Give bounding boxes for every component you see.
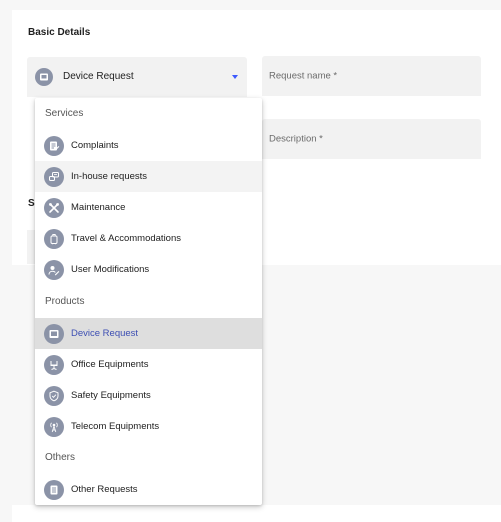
- group-header-services: Services: [45, 108, 84, 119]
- description-field[interactable]: Description *: [262, 119, 481, 159]
- menu-item-complaints[interactable]: Complaints: [35, 130, 262, 161]
- menu-item-maintenance[interactable]: Maintenance: [35, 192, 262, 223]
- request-type-select[interactable]: Device Request: [27, 57, 247, 97]
- device-icon: [44, 323, 64, 344]
- menu-item-label: Telecom Equipments: [71, 421, 160, 432]
- complaint-icon: [44, 135, 64, 156]
- obscured-section-title: S: [28, 198, 35, 209]
- menu-item-label: User Modifications: [71, 264, 150, 275]
- group-header-products: Products: [45, 296, 85, 307]
- menu-item-office-equipments[interactable]: Office Equipments: [35, 349, 262, 380]
- menu-item-label: In-house requests: [71, 171, 148, 182]
- request-type-value: Device Request: [63, 71, 134, 82]
- menu-item-label: Travel & Accommodations: [71, 233, 181, 244]
- description-label: Description *: [269, 133, 323, 145]
- request-name-label: Request name *: [269, 70, 338, 82]
- chat-icon: [44, 166, 64, 187]
- menu-item-safety-equipments[interactable]: Safety Equipments: [35, 380, 262, 411]
- office-chair-icon: [44, 354, 64, 375]
- device-icon: [35, 68, 53, 86]
- request-type-dropdown-menu[interactable]: Services Complaints In-house requests Ma…: [35, 98, 262, 505]
- menu-item-label: Safety Equipments: [71, 390, 151, 401]
- menu-item-label: Office Equipments: [71, 359, 149, 370]
- chevron-down-icon[interactable]: [232, 75, 238, 79]
- menu-item-travel-accommodations[interactable]: Travel & Accommodations: [35, 223, 262, 254]
- menu-item-device-request[interactable]: Device Request: [35, 318, 262, 349]
- menu-item-label: Device Request: [71, 328, 139, 339]
- menu-item-other-requests[interactable]: Other Requests: [35, 474, 262, 505]
- menu-item-user-modifications[interactable]: User Modifications: [35, 254, 262, 285]
- menu-item-in-house-requests[interactable]: In-house requests: [35, 161, 262, 192]
- shield-icon: [44, 385, 64, 406]
- menu-item-label: Other Requests: [71, 484, 138, 495]
- menu-item-telecom-equipments[interactable]: Telecom Equipments: [35, 411, 262, 442]
- document-icon: [44, 479, 64, 500]
- tools-icon: [44, 197, 64, 218]
- user-edit-icon: [44, 259, 64, 280]
- section-title: Basic Details: [28, 27, 91, 38]
- antenna-icon: [44, 416, 64, 437]
- menu-item-label: Complaints: [71, 140, 119, 151]
- next-card-edge: [12, 505, 501, 522]
- request-name-field[interactable]: Request name *: [262, 56, 481, 96]
- group-header-others: Others: [45, 452, 76, 463]
- menu-item-label: Maintenance: [71, 202, 126, 213]
- luggage-icon: [44, 228, 64, 249]
